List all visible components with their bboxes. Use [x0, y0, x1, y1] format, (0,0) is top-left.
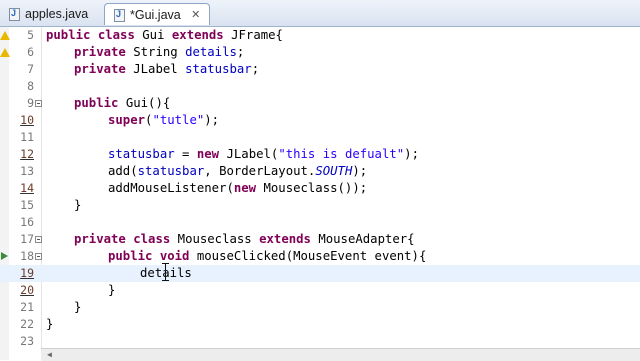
- line-number: 21: [20, 300, 34, 314]
- line-number: 20: [20, 283, 34, 297]
- tab-label: *Gui.java: [130, 7, 181, 22]
- code-text: private JLabel statusbar;: [74, 62, 260, 76]
- line-number: 19: [20, 266, 34, 280]
- code-text: }: [74, 198, 82, 212]
- line-number: 12: [20, 147, 34, 161]
- line-number: 8: [27, 79, 34, 93]
- code-text: }: [74, 300, 82, 314]
- java-file-icon: [8, 8, 20, 21]
- code-text: public void mouseClicked(MouseEvent even…: [108, 249, 427, 263]
- close-icon[interactable]: ✕: [189, 8, 203, 22]
- code-line: 11: [0, 129, 640, 146]
- code-line: 21 }: [0, 299, 640, 316]
- code-editor[interactable]: 5 public class Gui extends JFrame{ 6 pri…: [0, 27, 640, 360]
- code-text: public Gui(){: [74, 96, 171, 110]
- fold-toggle-icon[interactable]: [35, 253, 42, 260]
- line-number: 14: [20, 181, 34, 195]
- line-number: 13: [20, 164, 34, 178]
- code-text: add(statusbar, BorderLayout.SOUTH);: [108, 164, 368, 178]
- code-line: 6 private String details;: [0, 44, 640, 61]
- code-text: super("tutle");: [108, 113, 220, 127]
- tab-gui-java[interactable]: *Gui.java ✕: [104, 3, 210, 25]
- warning-icon: [0, 31, 10, 40]
- line-number: 9: [27, 96, 34, 110]
- code-line: 16: [0, 214, 640, 231]
- code-line: 10 super("tutle");: [0, 112, 640, 129]
- line-number: 10: [20, 113, 34, 127]
- line-number: 17: [20, 232, 34, 246]
- code-line: 7 private JLabel statusbar;: [0, 61, 640, 78]
- code-text: }: [108, 283, 116, 297]
- line-number: 23: [20, 334, 34, 348]
- code-text: private class Mouseclass extends MouseAd…: [74, 232, 415, 246]
- code-line: 14 addMouseListener(new Mouseclass());: [0, 180, 640, 197]
- code-line: 13 add(statusbar, BorderLayout.SOUTH);: [0, 163, 640, 180]
- java-file-icon: [113, 8, 125, 22]
- code-line: 15 }: [0, 197, 640, 214]
- line-number: 5: [27, 28, 34, 42]
- line-number: 16: [20, 215, 34, 229]
- text-cursor-icon: [162, 262, 169, 282]
- line-number: 15: [20, 198, 34, 212]
- line-number: 22: [20, 317, 34, 331]
- code-line: 22 }: [0, 316, 640, 333]
- fold-toggle-icon[interactable]: [35, 100, 42, 107]
- code-text: private String details;: [74, 45, 245, 59]
- code-line: 17 private class Mouseclass extends Mous…: [0, 231, 640, 248]
- horizontal-scrollbar[interactable]: [41, 348, 640, 361]
- tab-label: apples.java: [25, 7, 89, 21]
- code-text: statusbar = new JLabel("this is defualt"…: [108, 147, 419, 161]
- code-line: 18 public void mouseClicked(MouseEvent e…: [0, 248, 640, 265]
- code-line: 9 public Gui(){: [0, 95, 640, 112]
- line-number: 7: [27, 62, 34, 76]
- line-number: 11: [20, 130, 34, 144]
- current-code-line: 19 details: [0, 265, 640, 282]
- code-line: 5 public class Gui extends JFrame{: [0, 27, 640, 44]
- warning-icon: [0, 48, 10, 57]
- override-marker-icon: [1, 252, 8, 260]
- code-line: 20 }: [0, 282, 640, 299]
- code-text: }: [46, 317, 54, 331]
- code-line: 8: [0, 78, 640, 95]
- code-text: public class Gui extends JFrame{: [46, 28, 283, 42]
- line-number: 6: [27, 45, 34, 59]
- line-number: 18: [20, 249, 34, 263]
- code-line: 12 statusbar = new JLabel("this is defua…: [0, 146, 640, 163]
- code-text: addMouseListener(new Mouseclass());: [108, 181, 368, 195]
- editor-tab-bar: apples.java *Gui.java ✕: [0, 0, 640, 27]
- tab-apples-java[interactable]: apples.java: [0, 3, 104, 25]
- fold-toggle-icon[interactable]: [35, 236, 42, 243]
- scroll-left-icon[interactable]: ◀: [47, 350, 52, 359]
